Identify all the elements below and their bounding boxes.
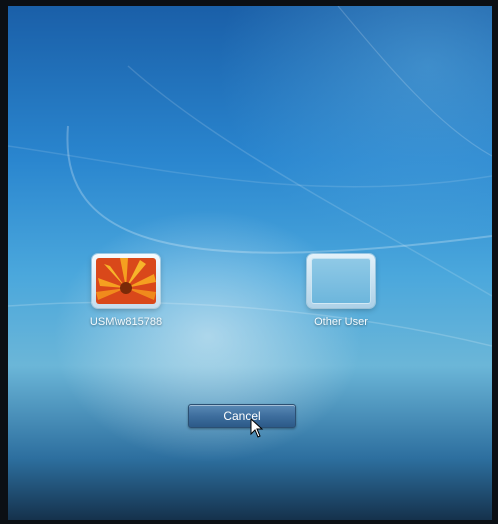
user-tile-frame — [307, 254, 375, 308]
user-tile-other-user[interactable]: Other User — [281, 254, 401, 328]
flower-avatar-icon — [96, 258, 156, 304]
user-tile-usm[interactable]: USM\w815788 — [66, 254, 186, 328]
user-name-label: USM\w815788 — [89, 316, 163, 328]
user-tile-frame — [92, 254, 160, 308]
mouse-pointer-icon — [250, 418, 264, 438]
blank-avatar-icon — [311, 258, 371, 304]
user-name-label: Other User — [314, 316, 368, 328]
logon-screen: USM\w815788 Other User Cancel — [8, 6, 492, 520]
cancel-button[interactable]: Cancel — [188, 404, 296, 428]
